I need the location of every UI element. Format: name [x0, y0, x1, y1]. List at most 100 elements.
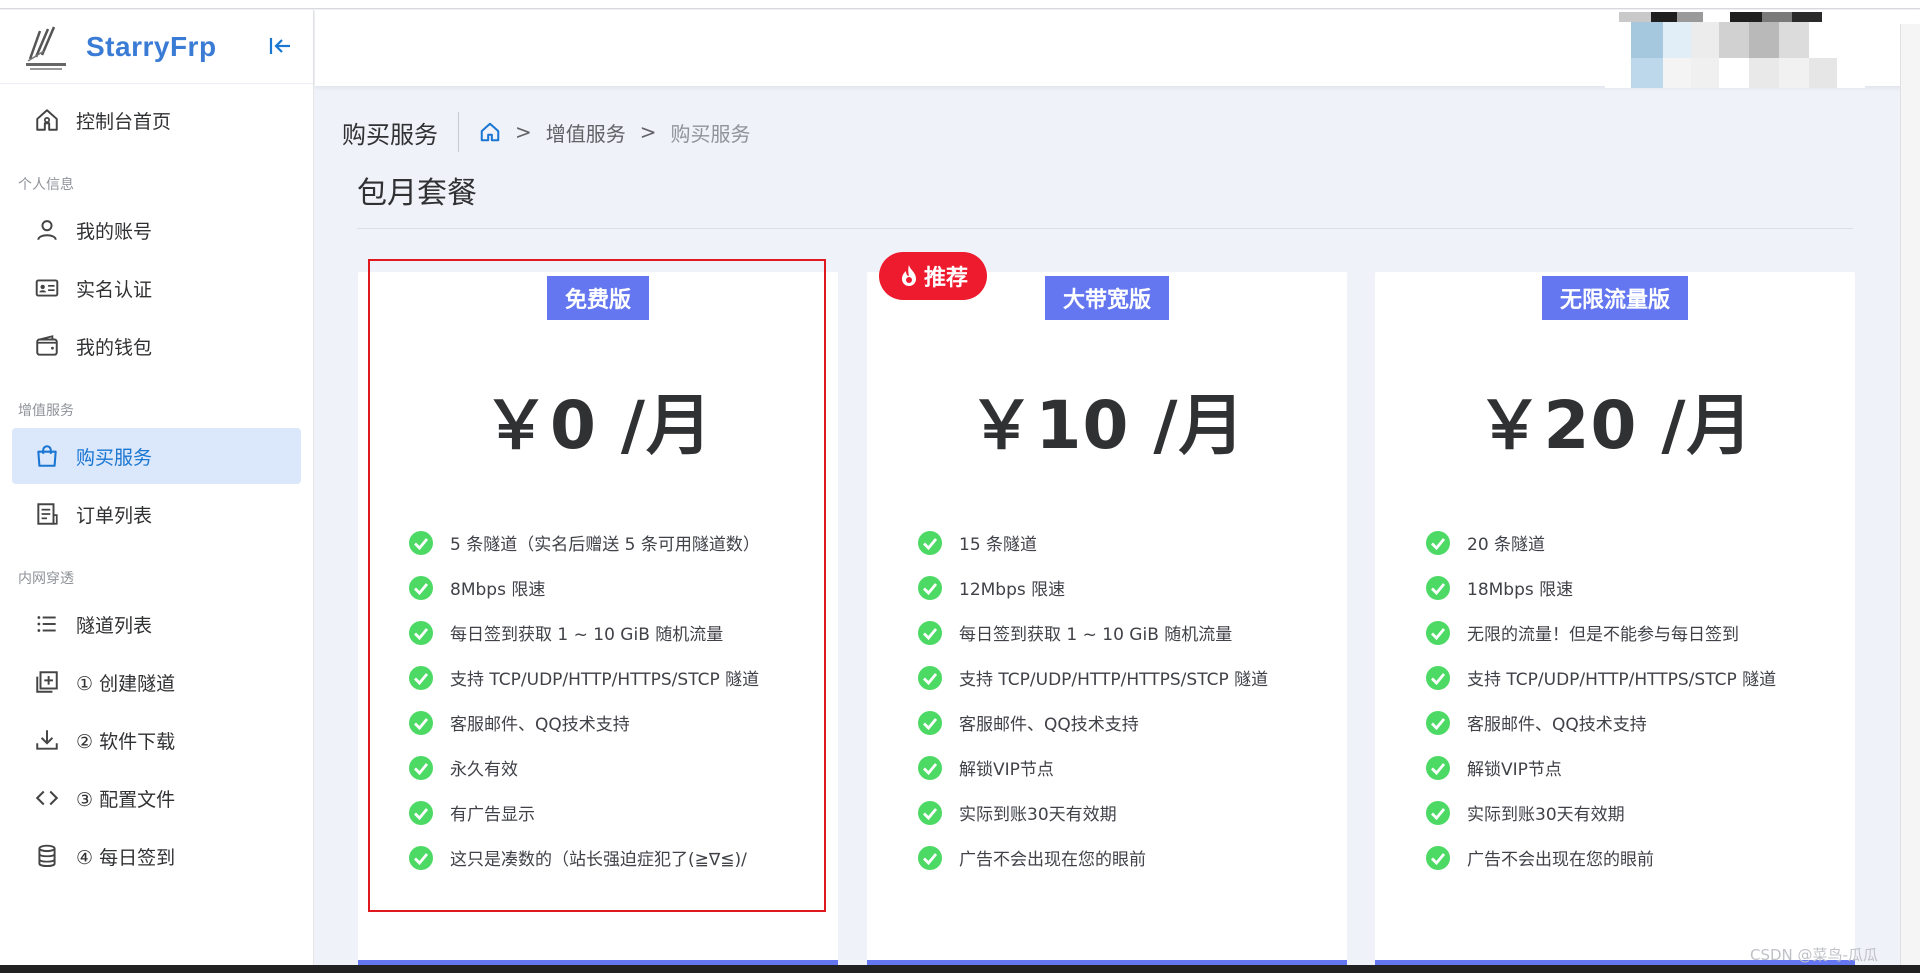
- feature-item: 12Mbps 限速: [917, 565, 1268, 610]
- feature-item: 广告不会出现在您的眼前: [917, 835, 1268, 880]
- check-circle-icon: [1426, 710, 1450, 735]
- feature-item: 每日签到获取 1 ~ 10 GiB 随机流量: [408, 610, 760, 655]
- feature-item: 实际到账30天有效期: [917, 790, 1268, 835]
- feature-item: 支持 TCP/UDP/HTTP/HTTPS/STCP 隧道: [408, 655, 760, 700]
- sidebar-item-label: 我的账号: [76, 220, 153, 243]
- feature-item: 20 条隧道: [1425, 520, 1776, 565]
- top-header: [315, 10, 1920, 88]
- sidebar-item-config[interactable]: ③ 配置文件: [12, 770, 301, 826]
- section-divider: [357, 228, 1853, 229]
- sidebar-item-create-tunnel[interactable]: ① 创建隧道: [12, 654, 301, 710]
- feature-item: 15 条隧道: [917, 520, 1268, 565]
- breadcrumb-current: 购买服务: [670, 121, 751, 146]
- feature-item: 每日签到获取 1 ~ 10 GiB 随机流量: [917, 610, 1268, 655]
- check-circle-icon: [1426, 665, 1450, 690]
- sidebar-item-label: 我的钱包: [76, 336, 153, 359]
- plan-card-free: 免费版 ￥0 /月 5 条隧道（实名后赠送 5 条可用隧道数） 8Mbps 限速…: [358, 272, 838, 972]
- download-icon: [32, 725, 62, 755]
- brand-header: StarryFrp: [0, 10, 313, 84]
- sidebar-item-label: 购买服务: [76, 446, 153, 469]
- check-circle-icon: [918, 530, 942, 555]
- brand-name: StarryFrp: [86, 30, 217, 62]
- sidebar-menu: 控制台首页 个人信息 我的账号 实名认证 我的钱包 增值服务 购买服务 订单列表…: [0, 84, 313, 884]
- plan-price: ￥0 /月: [482, 387, 713, 464]
- sidebar-item-realname[interactable]: 实名认证: [12, 260, 301, 316]
- chevron-right-icon: >: [515, 120, 532, 144]
- feature-item: 这只是凑数的（站长强迫症犯了(≧∇≦)/: [408, 835, 760, 880]
- sidebar-item-download[interactable]: ② 软件下载: [12, 712, 301, 768]
- feature-item: 广告不会出现在您的眼前: [1425, 835, 1776, 880]
- check-circle-icon: [1426, 620, 1450, 645]
- check-circle-icon: [1426, 845, 1450, 870]
- plan-tag: 大带宽版: [1044, 276, 1170, 320]
- check-circle-icon: [918, 845, 942, 870]
- check-circle-icon: [409, 620, 433, 645]
- sidebar-item-label: ① 创建隧道: [76, 672, 176, 695]
- feature-item: 解锁VIP节点: [1425, 745, 1776, 790]
- check-circle-icon: [918, 665, 942, 690]
- sidebar-item-label: ③ 配置文件: [76, 788, 176, 811]
- menu-group-value-added: 增值服务: [18, 403, 74, 419]
- fire-icon: [901, 265, 916, 286]
- feature-item: 永久有效: [408, 745, 760, 790]
- breadcrumb: 购买服务 > 增值服务 > 购买服务: [342, 112, 751, 152]
- check-circle-icon: [409, 530, 433, 555]
- sidebar-item-wallet[interactable]: 我的钱包: [12, 318, 301, 374]
- check-circle-icon: [1426, 575, 1450, 600]
- breadcrumb-value-added[interactable]: 增值服务: [546, 118, 626, 147]
- collapse-sidebar-icon[interactable]: [266, 32, 294, 60]
- plan-price: ￥20 /月: [1476, 387, 1754, 464]
- home-icon[interactable]: [479, 121, 501, 143]
- recommended-badge: 推荐: [879, 252, 987, 300]
- feature-item: 客服邮件、QQ技术支持: [1425, 700, 1776, 745]
- plan-card-bandwidth: 大带宽版 ￥10 /月 15 条隧道 12Mbps 限速 每日签到获取 1 ~ …: [867, 272, 1347, 972]
- check-circle-icon: [1426, 800, 1450, 825]
- window-top-edge: [0, 0, 1920, 9]
- sidebar-item-checkin[interactable]: ④ 每日签到: [12, 828, 301, 884]
- page-scrollbar[interactable]: [1900, 24, 1920, 965]
- feature-item: 客服邮件、QQ技术支持: [917, 700, 1268, 745]
- user-icon: [32, 215, 62, 245]
- feature-item: 支持 TCP/UDP/HTTP/HTTPS/STCP 隧道: [917, 655, 1268, 700]
- feature-item: 5 条隧道（实名后赠送 5 条可用隧道数）: [408, 520, 760, 565]
- plan-tag: 免费版: [546, 276, 650, 320]
- home-icon: [32, 105, 62, 135]
- sidebar-item-label: 订单列表: [76, 504, 153, 527]
- chevron-right-icon: >: [639, 120, 657, 144]
- sidebar-item-label: 控制台首页: [76, 110, 172, 133]
- page-title: 购买服务: [342, 112, 459, 152]
- user-avatar-area[interactable]: [1605, 12, 1865, 88]
- brand-logo-icon: [26, 26, 66, 70]
- sidebar-item-account[interactable]: 我的账号: [12, 202, 301, 258]
- check-circle-icon: [918, 800, 942, 825]
- feature-list: 5 条隧道（实名后赠送 5 条可用隧道数） 8Mbps 限速 每日签到获取 1 …: [408, 520, 760, 880]
- check-circle-icon: [918, 710, 942, 735]
- database-icon: [32, 841, 62, 871]
- shopping-bag-icon: [32, 441, 62, 471]
- receipt-icon: [32, 499, 62, 529]
- sidebar-item-tunnel-list[interactable]: 隧道列表: [12, 596, 301, 652]
- feature-list: 15 条隧道 12Mbps 限速 每日签到获取 1 ~ 10 GiB 随机流量 …: [917, 520, 1268, 880]
- menu-group-personal: 个人信息: [18, 177, 74, 193]
- plan-card-unlimited: 无限流量版 ￥20 /月 20 条隧道 18Mbps 限速 无限的流量！但是不能…: [1375, 272, 1855, 972]
- menu-group-tunnel: 内网穿透: [18, 571, 74, 587]
- check-circle-icon: [409, 845, 433, 870]
- check-circle-icon: [918, 755, 942, 780]
- check-circle-icon: [918, 575, 942, 600]
- feature-item: 客服邮件、QQ技术支持: [408, 700, 760, 745]
- sidebar-item-buy-service[interactable]: 购买服务: [12, 428, 301, 484]
- sidebar-item-label: 实名认证: [76, 278, 153, 301]
- sidebar-item-orders[interactable]: 订单列表: [12, 486, 301, 542]
- feature-item: 实际到账30天有效期: [1425, 790, 1776, 835]
- wallet-icon: [32, 331, 62, 361]
- section-title: 包月套餐: [357, 176, 477, 211]
- check-circle-icon: [409, 575, 433, 600]
- check-circle-icon: [409, 800, 433, 825]
- check-circle-icon: [409, 755, 433, 780]
- watermark: CSDN @菜鸟-瓜瓜: [1750, 946, 1878, 964]
- sidebar-item-dashboard[interactable]: 控制台首页: [12, 92, 301, 148]
- check-circle-icon: [1426, 755, 1450, 780]
- recommended-label: 推荐: [923, 266, 968, 291]
- list-icon: [32, 609, 62, 639]
- feature-item: 支持 TCP/UDP/HTTP/HTTPS/STCP 隧道: [1425, 655, 1776, 700]
